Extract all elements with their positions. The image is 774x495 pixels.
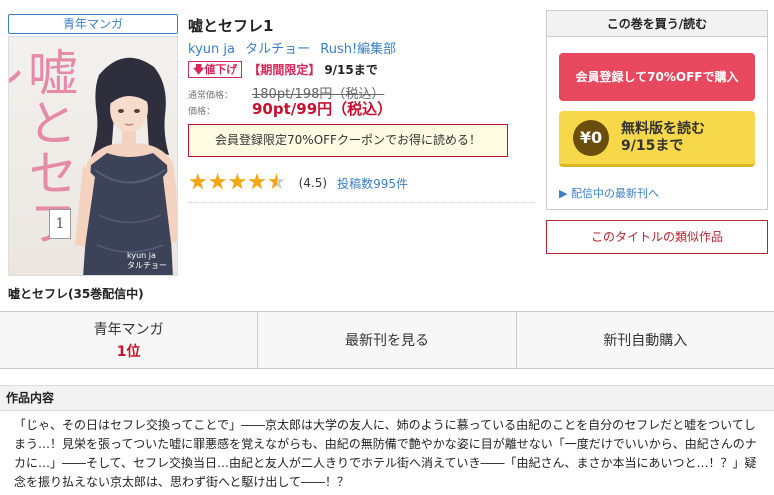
latest-volume-link[interactable]: ▶ 配信中の最新刊へ <box>559 185 659 201</box>
author-link[interactable]: Rush!編集部 <box>320 42 396 57</box>
tab-latest-volume[interactable]: 最新刊を見る <box>258 312 517 368</box>
page-title: 嘘とセフレ1 <box>188 17 274 35</box>
divider <box>188 202 536 203</box>
member-purchase-button[interactable]: 会員登録して70%OFFで購入 <box>559 53 755 101</box>
description-heading: 作品内容 <box>0 385 774 411</box>
review-count-link[interactable]: 投稿数995件 <box>337 175 408 192</box>
genre-tag[interactable]: 青年マンガ <box>8 14 178 34</box>
purchase-panel-heading: この巻を買う/読む <box>547 11 767 37</box>
price-down-badge: 🡇値下げ <box>188 61 243 78</box>
description-text: 「じゃ、その日はセフレ交換ってことで」――京太郎は大学の友人に、姉のように慕って… <box>14 418 757 489</box>
star-rating: ★★★★★ ★★★★★ <box>188 172 287 194</box>
cover-illustration <box>75 57 177 275</box>
cover-volume-number: 1 <box>49 209 71 239</box>
author-link[interactable]: kyun ja <box>188 42 235 57</box>
cover-title-text: 嘘とセフレ <box>9 47 78 247</box>
tab-genre-ranking[interactable]: 青年マンガ 1位 <box>0 312 259 368</box>
sale-end-date: 9/15まで <box>324 63 378 77</box>
series-caption[interactable]: 嘘とセフレ(35巻配信中) <box>8 285 144 302</box>
similar-titles-button[interactable]: このタイトルの類似作品 <box>546 220 768 254</box>
yen-coin-icon: ¥0 <box>573 119 609 156</box>
cover-image[interactable]: 嘘とセフレ 1 kyun ja タルチョー <box>8 36 178 276</box>
rating-score: (4.5) <box>298 176 328 190</box>
triangle-right-icon: ▶ <box>559 187 571 200</box>
current-price-value: 90pt/99円（税込） <box>252 100 393 118</box>
sale-period-label: 【期間限定】 <box>248 63 321 77</box>
tab-auto-purchase[interactable]: 新刊自動購入 <box>517 312 774 368</box>
sale-row: 🡇値下げ 【期間限定】 9/15まで <box>188 61 378 78</box>
tab-label: 最新刊を見る <box>344 333 429 349</box>
purchase-panel: この巻を買う/読む 会員登録して70%OFFで購入 ¥0 無料版を読む 9/15… <box>546 10 768 210</box>
tab-label: 新刊自動購入 <box>603 333 688 349</box>
ranking-value: 1位 <box>116 344 141 360</box>
current-price-row: 価格： 90pt/99円（税込） <box>188 98 392 119</box>
author-list: kyun ja タルチョー Rush!編集部 <box>188 38 402 57</box>
free-read-label: 無料版を読む 9/15まで <box>621 120 705 154</box>
star-filled-icon: ★★★★★ <box>188 172 277 194</box>
tab-row: 青年マンガ 1位 最新刊を見る 新刊自動購入 <box>0 311 774 369</box>
free-read-button[interactable]: ¥0 無料版を読む 9/15まで <box>559 111 755 167</box>
down-arrow-icon: 🡇 <box>193 63 205 76</box>
cover-credit: kyun ja タルチョー <box>127 251 167 270</box>
tab-label: 青年マンガ <box>93 322 164 338</box>
current-price-label: 価格： <box>188 107 216 117</box>
coupon-banner[interactable]: 会員登録限定70%OFFクーポンでお得に読める！ <box>188 124 508 157</box>
rating-row: ★★★★★ ★★★★★ (4.5) 投稿数995件 <box>188 172 408 194</box>
author-link[interactable]: タルチョー <box>245 42 310 57</box>
